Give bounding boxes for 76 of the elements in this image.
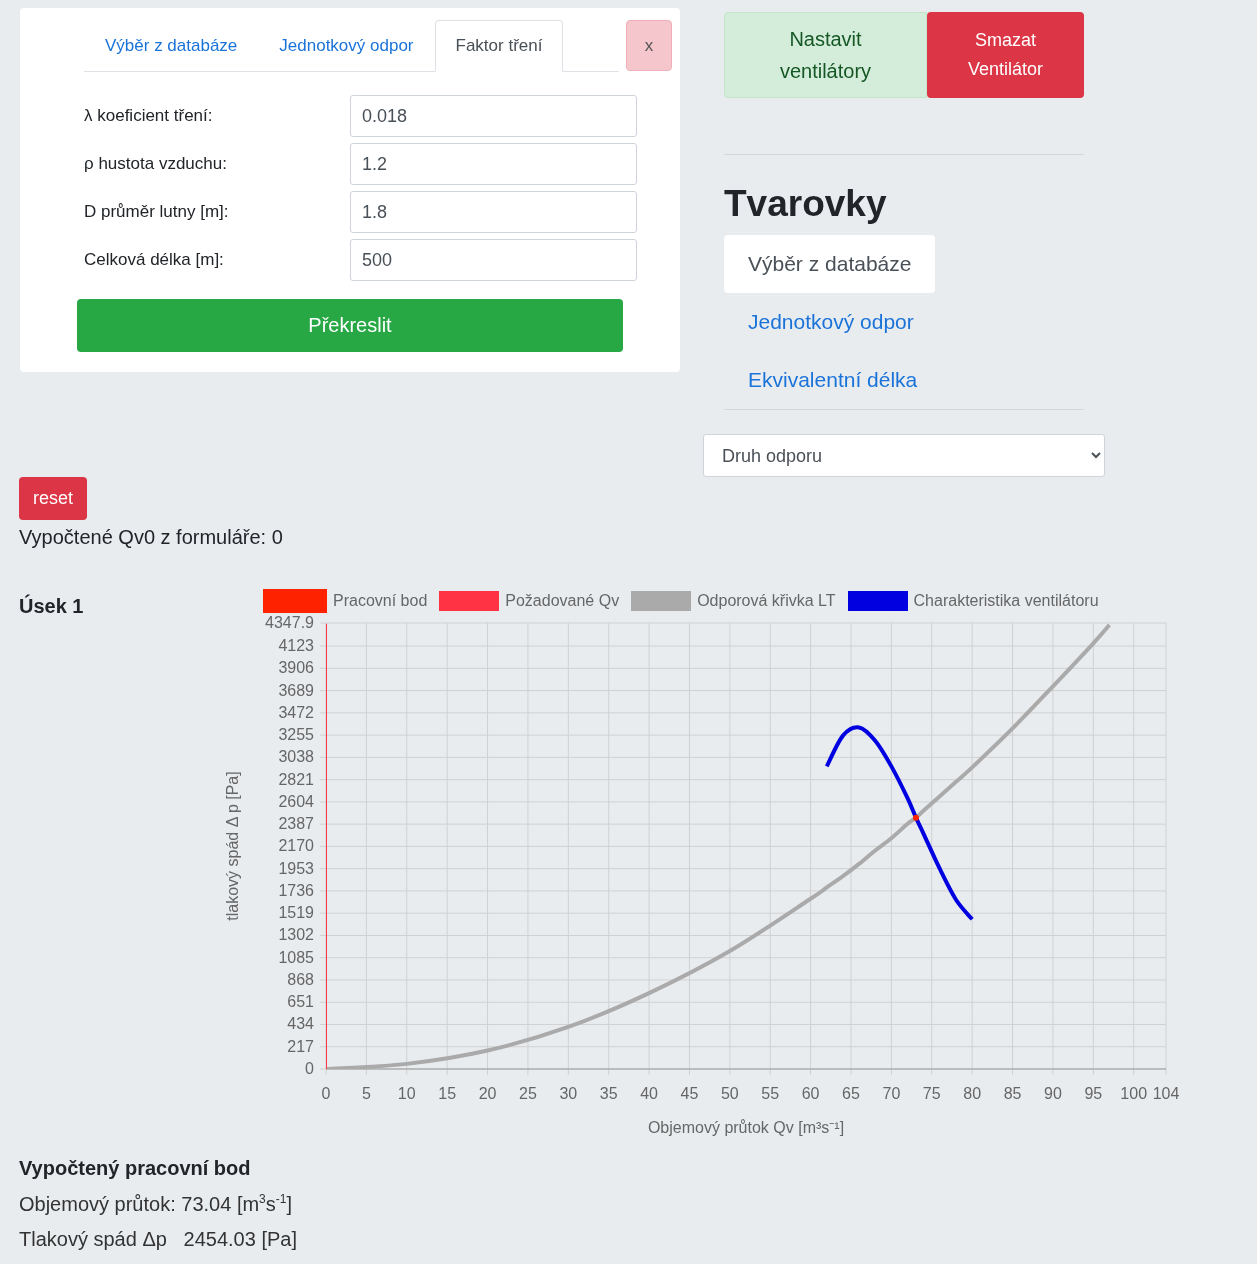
axis-tick-label: 2170 [278,837,314,855]
input-field[interactable]: 500 [350,239,637,281]
axis-tick-label: 651 [287,993,314,1011]
input-field[interactable]: 1.8 [350,191,637,233]
axis-tick-label: 30 [559,1085,578,1102]
axis-tick-label: 4347.9 [265,614,314,631]
tab[interactable]: Jednotkový odpor [258,20,435,72]
redraw-button[interactable]: Překreslit [77,299,623,352]
axis-tick-label: 0 [321,1085,331,1102]
axis-tick-label: 0 [305,1060,314,1077]
tab[interactable]: Výběr z databáze [724,235,936,293]
axis-tick-label: 3906 [278,659,314,677]
axis-tick-label: 2604 [278,792,314,810]
axis-tick-label: 3689 [278,681,314,699]
axis-tick-label: 3255 [278,726,314,744]
axis-tick-label: 1953 [278,859,314,877]
axis-tick-label: 1085 [278,948,314,966]
section-heading: Tvarovky [724,183,888,225]
tab[interactable]: Faktor tření [434,20,564,72]
legend-label[interactable]: Pracovní bod [333,592,428,610]
operating-point [912,814,919,821]
axis-tick-label: 2387 [278,815,314,833]
axis-tick-label: 75 [922,1085,941,1102]
axis-tick-label: 3038 [278,748,314,766]
result-text: Tlakový spád Δp 2454.03 [Pa] [19,1227,298,1251]
axis-tick-label: 104 [1152,1085,1180,1102]
axis-tick-label: 85 [1003,1085,1022,1102]
axis-tick-label: 217 [287,1037,314,1055]
axis-tick-label: 15 [438,1085,457,1102]
axis-tick-label: 868 [287,970,314,988]
axis-tick-label: 10 [397,1085,416,1102]
axis-tick-label: 80 [963,1085,982,1102]
reset-button[interactable]: reset [19,477,87,520]
section-title: Úsek 1 [19,593,85,619]
axis-tick-label: 95 [1084,1085,1103,1102]
axis-tick-label: 90 [1044,1085,1062,1102]
field-label: λ koeficient tření: [84,106,214,126]
axis-tick-label: 50 [720,1085,739,1102]
axis-tick-label: 35 [599,1085,618,1102]
axis-tick-label: 45 [680,1085,699,1102]
tab[interactable]: Jednotkový odpor [724,293,938,351]
close-button[interactable]: x [626,20,672,71]
result-text: Objemový průtok: 73.04 [m$^{3}$s$^{-1}$] [19,1192,294,1216]
axis-tick-label: 4123 [278,637,314,655]
axis-tick-label: 1519 [278,904,314,922]
axis-tick-label: 40 [640,1085,658,1102]
axis-tick-label: 60 [801,1085,820,1102]
axis-tick-label: 70 [882,1085,901,1102]
axis-tick-label: 434 [287,1015,314,1033]
axis-tick-label: 3472 [278,703,314,721]
x-axis-title: Objemový průtok Qv [m³s⁻¹] [647,1119,845,1136]
axis-tick-label: 2821 [278,770,314,788]
axis-tick-label: 5 [361,1085,371,1102]
result-title: Vypočtený pracovní bod [19,1157,252,1180]
axis-tick-label: 100 [1120,1085,1148,1102]
legend-label[interactable]: Požadované Qv [505,592,620,610]
axis-tick-label: 25 [519,1085,537,1102]
computed-value-text: Vypočtené Qv0 z formuláře: 0 [19,526,284,549]
set-fans-button[interactable]: Nastavit ventilátory [724,12,927,98]
field-label: Celková délka [m]: [84,250,225,270]
input-field[interactable]: 1.2 [350,143,637,185]
tab[interactable]: Ekvivalentní délka [724,351,942,409]
axis-tick-label: 1302 [278,926,314,944]
axis-tick-label: 55 [761,1085,780,1102]
legend-label[interactable]: Odporová křivka LT [697,592,836,610]
axis-tick-label: 1736 [278,881,314,899]
axis-tick-label: 20 [478,1085,497,1102]
field-label: ρ hustota vzduchu: [84,154,228,174]
legend-label[interactable]: Charakteristika ventilátoru [913,592,1099,610]
axis-tick-label: 65 [842,1085,860,1102]
field-label: D průměr lutny [m]: [84,202,230,222]
select-field[interactable]: Druh odporu [703,434,1105,477]
input-field[interactable]: 0.018 [350,95,637,137]
delete-fan-button[interactable]: Smazat Ventilátor [927,12,1084,98]
y-axis-title: tlakový spád Δ p [Pa] [224,771,241,921]
tab[interactable]: Výběr z databáze [84,20,259,72]
